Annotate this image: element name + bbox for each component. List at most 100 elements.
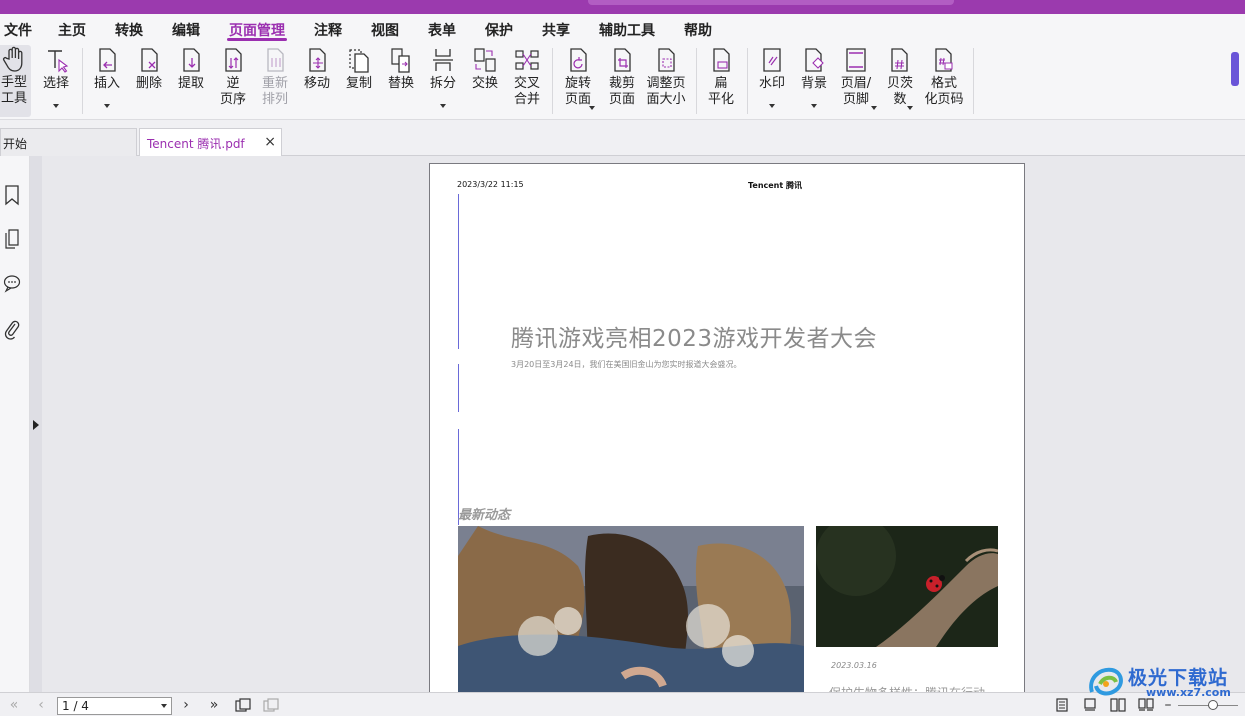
format-page-number-icon	[935, 48, 953, 72]
bates-number-label: 贝茨 数	[886, 76, 913, 107]
side-panel-toggle[interactable]	[1231, 52, 1239, 86]
move-page-button[interactable]: 移动	[295, 46, 339, 92]
background-label: 背景	[800, 76, 827, 91]
rotate-page-button[interactable]: 旋转 页面	[556, 46, 600, 110]
header-footer-dropdown-caret[interactable]	[871, 106, 877, 110]
tab-document[interactable]: Tencent 腾讯.pdf ×	[139, 128, 282, 156]
swap-button[interactable]: 交换	[463, 46, 507, 92]
select-tool-label: 选择	[42, 76, 69, 91]
single-page-view-icon[interactable]	[1054, 698, 1070, 712]
article-subtitle: 3月20日至3月24日，我们在美国旧金山为您实时报道大会盛况。	[511, 360, 742, 369]
page-header-title: Tencent 腾讯	[748, 181, 802, 190]
tab-document-label: Tencent 腾讯.pdf	[147, 137, 245, 151]
copy-label: 复制	[345, 76, 372, 91]
news-photo-ladybug	[816, 526, 998, 647]
menu-help[interactable]: 帮助	[684, 20, 712, 40]
header-footer-icon	[846, 48, 866, 72]
insert-dropdown-caret[interactable]	[104, 104, 110, 108]
extract-page-icon	[183, 48, 200, 72]
comments-icon[interactable]	[3, 272, 21, 294]
bookmark-icon[interactable]	[3, 184, 21, 206]
first-page-icon[interactable]: «	[6, 698, 22, 712]
fit-page-icon[interactable]	[235, 698, 251, 712]
split-label: 拆分	[429, 76, 456, 91]
split-button[interactable]: 拆分	[421, 46, 465, 108]
background-button[interactable]: 背景	[792, 46, 836, 108]
crop-label: 裁剪 页面	[608, 76, 635, 107]
menu-convert[interactable]: 转换	[115, 20, 143, 40]
close-tab-icon[interactable]: ×	[264, 134, 276, 150]
menu-edit[interactable]: 编辑	[172, 20, 200, 40]
expand-panel-icon[interactable]	[33, 420, 39, 430]
fit-width-icon[interactable]	[263, 698, 279, 712]
menu-view[interactable]: 视图	[371, 20, 399, 40]
ribbon-separator	[973, 48, 974, 114]
attachment-icon[interactable]	[3, 318, 21, 340]
rotate-dropdown-caret[interactable]	[589, 106, 595, 110]
format-page-number-button[interactable]: 格式 化页码	[922, 46, 966, 108]
rearrange-button[interactable]: 重新 排列	[253, 46, 297, 108]
menu-tools[interactable]: 辅助工具	[599, 20, 655, 40]
interleave-merge-button[interactable]: 交叉 合并	[505, 46, 549, 108]
split-dropdown-caret[interactable]	[440, 104, 446, 108]
previous-page-icon[interactable]: ‹	[33, 698, 49, 712]
move-label: 移动	[303, 76, 330, 91]
copy-page-icon	[349, 49, 369, 73]
bates-number-button[interactable]: 贝茨 数	[878, 46, 922, 110]
page-indicator-text: 1 / 4	[62, 699, 89, 713]
status-bar: « ‹ 1 / 4 › » –	[0, 692, 1245, 716]
hand-tool-button[interactable]: 手型 工具	[0, 45, 31, 117]
menu-bar: 文件 主页 转换 编辑 页面管理 注释 视图 表单 保护 共享 辅助工具 帮助	[0, 14, 1245, 42]
format-page-number-label: 格式 化页码	[924, 76, 964, 107]
page-header-date: 2023/3/22 11:15	[457, 180, 524, 189]
ribbon-separator	[552, 48, 553, 114]
tab-start-label: 开始	[3, 137, 28, 151]
menu-page-manage[interactable]: 页面管理	[229, 20, 285, 40]
copy-page-button[interactable]: 复制	[337, 46, 381, 92]
menu-protect[interactable]: 保护	[485, 20, 513, 40]
interleave-icon	[515, 50, 539, 70]
ribbon-separator	[696, 48, 697, 114]
flatten-icon	[713, 48, 730, 72]
news-photo-women	[458, 526, 804, 702]
reverse-order-button[interactable]: 逆 页序	[211, 46, 255, 108]
last-page-icon[interactable]: »	[206, 698, 222, 712]
active-menu-underline	[227, 38, 287, 41]
bates-dropdown-caret[interactable]	[907, 106, 913, 110]
watermark-dropdown-caret[interactable]	[769, 104, 775, 108]
resize-page-button[interactable]: 调整页 面大小	[644, 46, 688, 108]
select-dropdown-caret[interactable]	[53, 104, 59, 108]
watermark-button[interactable]: 水印	[750, 46, 794, 108]
page-dropdown-caret[interactable]	[161, 704, 167, 708]
swap-icon	[474, 48, 496, 72]
select-tool-button[interactable]: 选择	[34, 46, 78, 108]
delete-page-button[interactable]: 删除	[127, 46, 171, 92]
header-footer-button[interactable]: 页眉/ 页脚	[834, 46, 878, 110]
search-box[interactable]	[588, 0, 954, 5]
tab-start[interactable]: 开始	[0, 128, 137, 156]
hand-tool-label: 手型 工具	[0, 75, 27, 106]
resize-page-icon	[658, 48, 675, 72]
menu-form[interactable]: 表单	[428, 20, 456, 40]
crop-page-button[interactable]: 裁剪 页面	[600, 46, 644, 108]
delete-page-icon	[141, 48, 158, 72]
menu-comment[interactable]: 注释	[314, 20, 342, 40]
replace-page-icon	[391, 48, 410, 73]
page-thumbnails-icon[interactable]	[3, 228, 21, 250]
reverse-order-icon	[225, 48, 242, 72]
insert-page-button[interactable]: 插入	[85, 46, 129, 108]
flatten-button[interactable]: 扁 平化	[699, 46, 743, 108]
extract-page-button[interactable]: 提取	[169, 46, 213, 92]
navigation-panel	[0, 156, 30, 692]
menu-home[interactable]: 主页	[58, 20, 86, 40]
next-page-icon[interactable]: ›	[178, 698, 194, 712]
page-number-input[interactable]: 1 / 4	[57, 697, 172, 715]
menu-file[interactable]: 文件	[4, 20, 32, 40]
replace-page-button[interactable]: 替换	[379, 46, 423, 92]
split-icon	[433, 49, 453, 71]
text-select-icon	[48, 50, 69, 73]
menu-share[interactable]: 共享	[542, 20, 570, 40]
background-dropdown-caret[interactable]	[811, 104, 817, 108]
news-item-date: 2023.03.16	[831, 661, 877, 670]
watermark-icon	[763, 48, 781, 72]
